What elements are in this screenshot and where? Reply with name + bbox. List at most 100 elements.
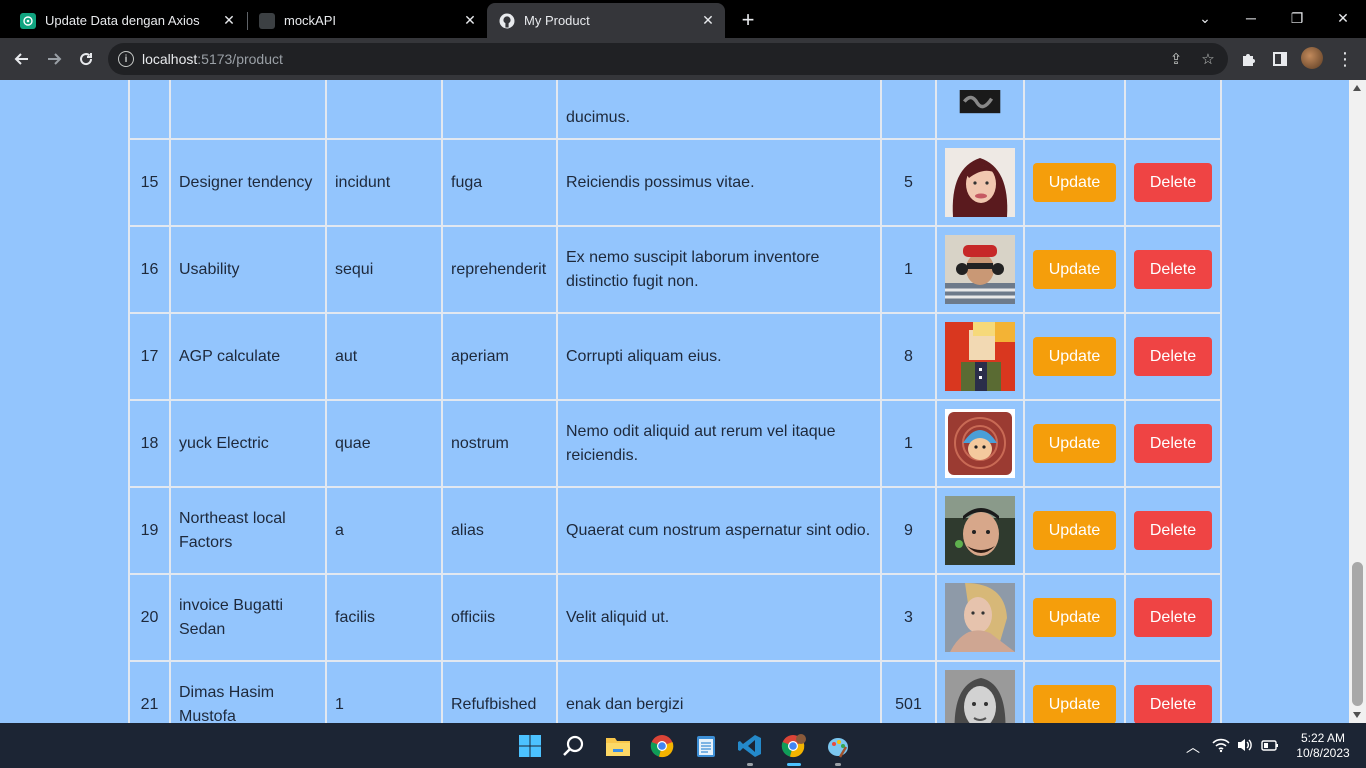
cell-image xyxy=(935,312,1025,401)
product-image xyxy=(959,90,1001,114)
chrome-profile-icon[interactable] xyxy=(779,731,809,761)
tab-my-product[interactable]: My Product ✕ xyxy=(487,3,725,38)
bookmark-star-icon[interactable]: ☆ xyxy=(1198,49,1218,69)
volume-icon[interactable] xyxy=(1237,737,1253,756)
delete-button[interactable]: Delete xyxy=(1134,424,1212,463)
file-explorer-icon[interactable] xyxy=(603,731,633,761)
site-info-icon[interactable]: i xyxy=(118,51,134,67)
cell-material: quae xyxy=(325,399,443,488)
tab-mockapi[interactable]: mockAPI ✕ xyxy=(247,3,487,38)
close-window-icon[interactable]: ✕ xyxy=(1320,0,1366,36)
delete-button[interactable]: Delete xyxy=(1134,598,1212,637)
browser-tab-strip: Update Data dengan Axios ✕ mockAPI ✕ My … xyxy=(0,0,1366,38)
delete-button[interactable]: Delete xyxy=(1134,250,1212,289)
table-row: 18 yuck Electric quae nostrum Nemo odit aliq… xyxy=(128,399,1222,488)
cell-description: Reiciendis possimus vitae. xyxy=(556,138,882,227)
cell-delete: Delete xyxy=(1124,312,1222,401)
cell-update: Update xyxy=(1023,399,1126,488)
delete-button[interactable]: Delete xyxy=(1134,337,1212,376)
back-arrow-icon[interactable] xyxy=(9,46,35,72)
table-row: ducimus. xyxy=(128,80,1222,140)
cell-id: 20 xyxy=(128,573,171,662)
cell-category: fuga xyxy=(441,138,558,227)
side-panel-icon[interactable] xyxy=(1267,46,1293,72)
taskbar-running-indicator xyxy=(747,763,753,766)
tray-chevron-up-icon[interactable]: ︿ xyxy=(1186,737,1200,757)
mockapi-icon xyxy=(259,12,275,29)
profile-avatar[interactable] xyxy=(1301,47,1323,69)
update-button[interactable]: Update xyxy=(1033,337,1116,376)
system-clock[interactable]: 5:22 AM 10/8/2023 xyxy=(1287,731,1359,761)
close-tab-icon[interactable]: ✕ xyxy=(459,10,481,32)
page-content: ducimus. 15 Designer tendency incidunt fuga… xyxy=(0,80,1349,723)
reload-icon[interactable] xyxy=(73,46,99,72)
taskbar-running-indicator xyxy=(835,763,841,766)
cell-delete: Delete xyxy=(1124,225,1222,314)
search-icon[interactable] xyxy=(559,731,589,761)
delete-button[interactable]: Delete xyxy=(1134,163,1212,202)
cell-name: Dimas Hasim Mustofa xyxy=(169,660,327,723)
tab-update-data[interactable]: Update Data dengan Axios ✕ xyxy=(8,3,246,38)
cell-material: aut xyxy=(325,312,443,401)
tab-search-chevron-icon[interactable]: ⌄ xyxy=(1182,0,1228,36)
delete-button[interactable]: Delete xyxy=(1134,685,1212,723)
browser-toolbar: i localhost:5173/product ⇪ ☆ ⋮ xyxy=(0,38,1366,80)
clock-date: 10/8/2023 xyxy=(1296,746,1350,760)
cell-id: 17 xyxy=(128,312,171,401)
minimize-icon[interactable]: ─ xyxy=(1228,0,1274,36)
cell-description: Quaerat cum nostrum aspernatur sint odio… xyxy=(556,486,882,575)
description-text: ducimus. xyxy=(566,109,631,126)
product-image xyxy=(945,583,1015,652)
update-button[interactable]: Update xyxy=(1033,424,1116,463)
products-table: ducimus. 15 Designer tendency incidunt fuga… xyxy=(128,80,1222,723)
share-icon[interactable]: ⇪ xyxy=(1166,49,1186,69)
cell-update: Update xyxy=(1023,660,1126,723)
vscode-icon[interactable] xyxy=(735,731,765,761)
menu-kebab-icon[interactable]: ⋮ xyxy=(1332,46,1358,72)
scrollbar-thumb[interactable] xyxy=(1352,562,1363,706)
page-scrollbar[interactable] xyxy=(1349,80,1366,723)
cell-material: a xyxy=(325,486,443,575)
product-image xyxy=(945,670,1015,723)
cell-qty: 501 xyxy=(880,660,937,723)
cell-update: Update xyxy=(1023,225,1126,314)
cell-update xyxy=(1023,80,1126,140)
update-button[interactable]: Update xyxy=(1033,511,1116,550)
cell-material: 1 xyxy=(325,660,443,723)
update-button[interactable]: Update xyxy=(1033,250,1116,289)
cell-id: 16 xyxy=(128,225,171,314)
cell-qty: 8 xyxy=(880,312,937,401)
cell-description: enak dan bergizi xyxy=(556,660,882,723)
notepad-icon[interactable] xyxy=(691,731,721,761)
cell-update: Update xyxy=(1023,138,1126,227)
cell-delete: Delete xyxy=(1124,399,1222,488)
extensions-puzzle-icon[interactable] xyxy=(1235,46,1261,72)
new-tab-plus-icon[interactable]: + xyxy=(736,7,760,32)
cell-image xyxy=(935,486,1025,575)
battery-icon[interactable] xyxy=(1261,737,1279,756)
product-image xyxy=(945,235,1015,304)
scroll-up-arrow-icon[interactable] xyxy=(1353,85,1361,91)
chrome-icon[interactable] xyxy=(647,731,677,761)
restore-icon[interactable]: ❐ xyxy=(1274,0,1320,36)
wifi-icon[interactable] xyxy=(1212,737,1230,756)
cell-delete: Delete xyxy=(1124,138,1222,227)
paint-icon[interactable] xyxy=(823,731,853,761)
cell-description: Ex nemo suscipit laborum inventore disti… xyxy=(556,225,882,314)
cell-category: nostrum xyxy=(441,399,558,488)
forward-arrow-icon[interactable] xyxy=(41,46,67,72)
update-button[interactable]: Update xyxy=(1033,685,1116,723)
url-text[interactable]: localhost:5173/product xyxy=(142,51,283,67)
windows-start-icon[interactable] xyxy=(515,731,545,761)
close-tab-icon[interactable]: ✕ xyxy=(218,10,240,32)
cell-material: sequi xyxy=(325,225,443,314)
update-button[interactable]: Update xyxy=(1033,598,1116,637)
delete-button[interactable]: Delete xyxy=(1134,511,1212,550)
cell-description: ducimus. xyxy=(556,80,882,140)
close-tab-icon[interactable]: ✕ xyxy=(697,10,719,32)
address-bar[interactable]: i localhost:5173/product ⇪ ☆ xyxy=(108,43,1228,75)
update-button[interactable]: Update xyxy=(1033,163,1116,202)
cell-material: facilis xyxy=(325,573,443,662)
scroll-down-arrow-icon[interactable] xyxy=(1353,712,1361,718)
chatgpt-icon xyxy=(20,12,36,29)
